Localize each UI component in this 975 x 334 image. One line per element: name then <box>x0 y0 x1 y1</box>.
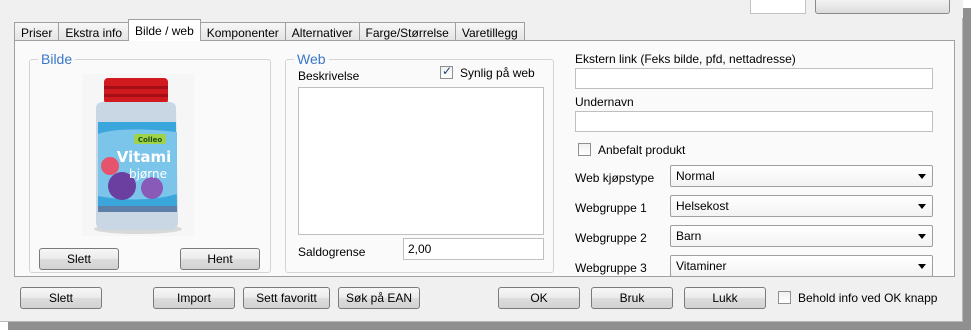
webgroup-2-label: Webgruppe 2 <box>575 231 647 245</box>
top-input-field[interactable] <box>750 0 806 14</box>
jar-title-text: Vitami <box>117 148 172 166</box>
bilde-group-title: Bilde <box>38 51 76 67</box>
webgroup-1-label: Webgruppe 1 <box>575 201 647 215</box>
bilde-group: Bilde Colleo Vitami bjørne Slett Hent <box>29 51 271 273</box>
top-button[interactable] <box>815 0 950 14</box>
checkmark-icon: ✓ <box>442 64 453 78</box>
search-ean-button[interactable]: Søk på EAN <box>338 287 420 309</box>
recommended-product-checkbox[interactable] <box>578 143 591 156</box>
webgroup-2-select[interactable]: Barn <box>670 225 933 247</box>
webgroup-3-value: Vitaminer <box>676 259 727 273</box>
web-group-title: Web <box>294 51 329 67</box>
window-shadow-right <box>963 8 971 326</box>
webgroup-1-value: Helsekost <box>676 199 729 213</box>
tab-farge-storrelse[interactable]: Farge/Størrelse <box>358 22 456 41</box>
saldo-input[interactable]: 2,00 <box>403 238 544 260</box>
tab-panel-bilde-web: Bilde Colleo Vitami bjørne Slett Hent We… <box>14 40 955 277</box>
tab-ekstra-info[interactable]: Ekstra info <box>58 22 130 41</box>
webgroup-1-select[interactable]: Helsekost <box>670 195 933 217</box>
apply-button[interactable]: Bruk <box>591 287 673 309</box>
subname-input[interactable] <box>575 111 933 132</box>
webgroup-3-select[interactable]: Vitaminer <box>670 255 933 277</box>
saldo-label: Saldogrense <box>298 245 366 259</box>
visible-on-web-checkbox[interactable]: ✓ <box>440 64 453 79</box>
web-purchase-type-select[interactable]: Normal <box>670 165 933 187</box>
vitamin-jar-image: Colleo Vitami bjørne <box>82 74 194 236</box>
tab-bilde-web[interactable]: Bilde / web <box>128 19 201 41</box>
window-shadow-bottom <box>8 322 971 330</box>
product-image: Colleo Vitami bjørne <box>82 74 194 236</box>
bilde-fetch-button[interactable]: Hent <box>180 248 260 270</box>
webgroup-2-value: Barn <box>676 229 702 243</box>
close-button[interactable]: Lukk <box>684 287 766 309</box>
description-label: Beskrivelse <box>298 69 360 83</box>
web-purchase-type-label: Web kjøpstype <box>575 171 655 185</box>
jar-brand-text: Colleo <box>138 136 162 144</box>
description-textarea[interactable] <box>298 87 544 235</box>
dropdown-arrow-icon <box>918 264 926 269</box>
tab-komponenter[interactable]: Komponenter <box>199 22 286 41</box>
tab-alternativer[interactable]: Alternativer <box>284 22 360 41</box>
top-strip <box>0 0 963 18</box>
tab-priser[interactable]: Priser <box>14 22 60 41</box>
dropdown-arrow-icon <box>918 204 926 209</box>
external-link-input[interactable] <box>575 68 933 89</box>
recommended-product-label: Anbefalt produkt <box>598 143 686 157</box>
external-link-label: Ekstern link (Feks bilde, pfd, nettadres… <box>575 52 796 66</box>
set-favorite-button[interactable]: Sett favoritt <box>243 287 330 309</box>
webgroup-3-label: Webgruppe 3 <box>575 261 647 275</box>
jar-subtitle-text: bjørne <box>129 167 167 181</box>
keep-info-label: Behold info ved OK knapp <box>798 291 938 305</box>
dropdown-arrow-icon <box>918 174 926 179</box>
keep-info-checkbox[interactable] <box>778 291 791 304</box>
web-purchase-type-value: Normal <box>676 169 715 183</box>
import-button[interactable]: Import <box>153 287 235 309</box>
ok-button[interactable]: OK <box>498 287 580 309</box>
dropdown-arrow-icon <box>918 234 926 239</box>
product-dialog: Priser Ekstra info Bilde / web Komponent… <box>0 0 963 322</box>
delete-button[interactable]: Slett <box>20 287 102 309</box>
visible-on-web-label: Synlig på web <box>460 66 535 80</box>
bilde-delete-button[interactable]: Slett <box>39 248 119 270</box>
tab-bar: Priser Ekstra info Bilde / web Komponent… <box>14 19 525 41</box>
tab-varetillegg[interactable]: Varetillegg <box>454 22 525 41</box>
subname-label: Undernavn <box>575 95 634 109</box>
